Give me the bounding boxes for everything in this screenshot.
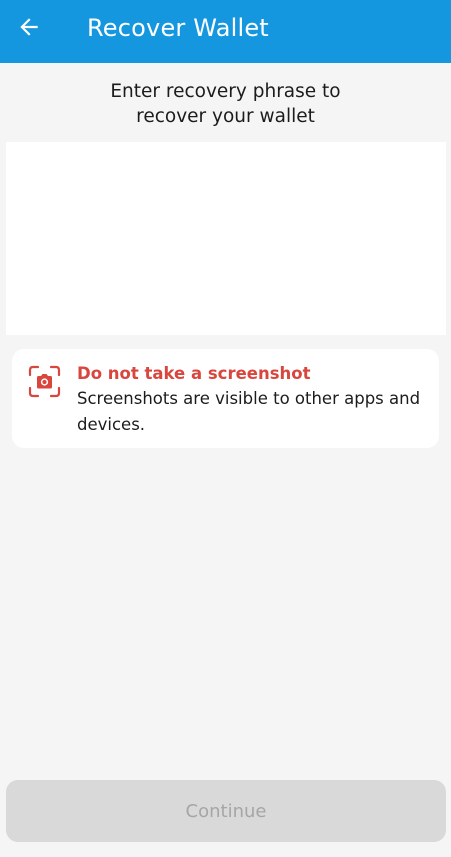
prompt-line-2: recover your wallet <box>136 106 315 127</box>
camera-icon <box>28 365 61 398</box>
recovery-phrase-input[interactable] <box>6 142 446 335</box>
warning-body: Screenshots are visible to other apps an… <box>77 389 421 434</box>
warning-title: Do not take a screenshot <box>77 364 311 383</box>
arrow-left-icon <box>20 18 38 36</box>
screenshot-warning-card: Do not take a screenshot Screenshots are… <box>12 349 439 448</box>
recovery-prompt: Enter recovery phrase to recover your wa… <box>0 79 451 129</box>
page-title: Recover Wallet <box>87 14 269 42</box>
prompt-line-1: Enter recovery phrase to <box>110 81 341 102</box>
back-button[interactable] <box>14 12 44 42</box>
app-bar: Recover Wallet <box>0 0 451 63</box>
continue-button[interactable]: Continue <box>6 780 446 842</box>
